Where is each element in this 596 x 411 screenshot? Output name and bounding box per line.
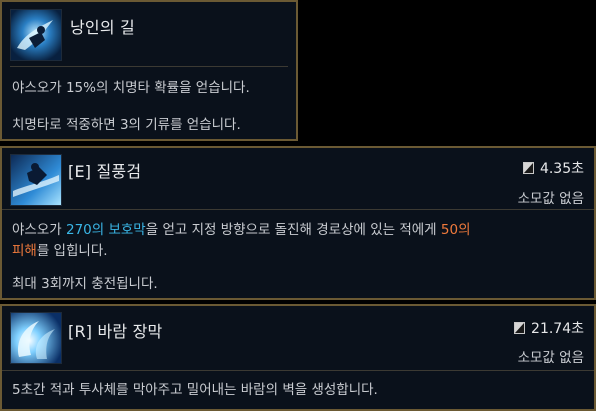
- r-skill-cooldown: 21.74초: [514, 318, 584, 338]
- e-cooldown-value: 4.35초: [539, 161, 584, 177]
- r-skill-cost: 소모값 없음: [517, 350, 584, 366]
- e-skill-title: [E] 질풍검: [68, 162, 142, 181]
- e-skill-cooldown: 4.35초: [522, 158, 584, 178]
- wind-wall-icon: [10, 312, 62, 364]
- e-desc-damage-label: 피해: [12, 243, 37, 259]
- r-skill-tooltip: [R] 바람 장막 21.74초 소모값 없음 5초간 적과 투사체를 막아주고…: [0, 304, 596, 411]
- r-skill-desc: 5초간 적과 투사체를 막아주고 밀어내는 바람의 벽을 생성합니다.: [12, 382, 378, 398]
- r-skill-title: [R] 바람 장막: [68, 322, 163, 341]
- divider: [2, 370, 594, 371]
- e-desc-mid: 을 얻고 지정 방향으로 돌진해 경로상에 있는 적에게: [145, 222, 441, 238]
- hourglass-icon: [514, 322, 526, 334]
- e-skill-desc: 야스오가 270의 보호막을 얻고 지정 방향으로 돌진해 경로상에 있는 적에…: [12, 220, 584, 262]
- passive-desc-flow: 치명타로 적중하면 3의 기류를 얻습니다.: [12, 117, 241, 133]
- passive-title: 낭인의 길: [70, 18, 135, 37]
- e-desc-pre: 야스오가: [12, 222, 66, 238]
- e-skill-charges: 최대 3회까지 충전됩니다.: [12, 276, 158, 292]
- passive-tooltip: 낭인의 길 야스오가 15%의 치명타 확률을 얻습니다. 치명타로 적중하면 …: [0, 0, 298, 141]
- e-skill-cost: 소모값 없음: [517, 191, 584, 207]
- hourglass-icon: [522, 162, 534, 174]
- divider: [2, 209, 594, 210]
- r-cooldown-value: 21.74초: [531, 321, 584, 337]
- e-desc-damage-amount: 50의: [440, 222, 471, 238]
- divider: [10, 66, 288, 67]
- e-desc-post: 를 입힙니다.: [36, 243, 108, 259]
- way-of-the-wanderer-icon: [10, 9, 62, 61]
- e-desc-shield: 270의 보호막: [65, 222, 146, 238]
- sweeping-blade-icon: [10, 154, 62, 206]
- e-skill-tooltip: [E] 질풍검 4.35초 소모값 없음 야스오가 270의 보호막을 얻고 지…: [0, 146, 596, 300]
- passive-desc-crit-chance: 야스오가 15%의 치명타 확률을 얻습니다.: [12, 80, 250, 96]
